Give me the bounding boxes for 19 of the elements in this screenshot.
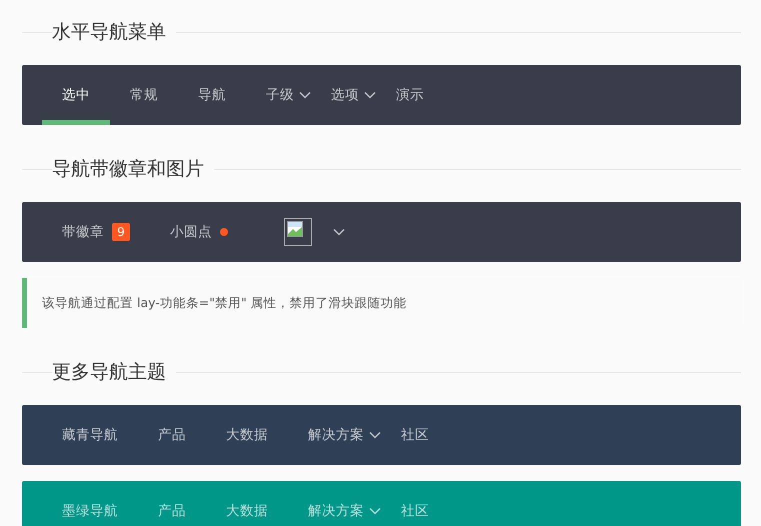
count-badge: 9 bbox=[112, 223, 130, 241]
nav-item[interactable]: 解决方案 bbox=[288, 405, 381, 465]
section-title: 导航带徽章和图片 bbox=[52, 157, 205, 181]
nav-item[interactable]: 选中 bbox=[42, 65, 110, 125]
nav-item[interactable]: 带徽章 9 bbox=[42, 202, 150, 262]
nav-item[interactable]: 常规 bbox=[110, 65, 178, 125]
dot-icon bbox=[220, 228, 228, 236]
section-title: 更多导航主题 bbox=[52, 360, 167, 384]
nav-item[interactable]: 导航 bbox=[178, 65, 246, 125]
nav-item[interactable]: 小圆点 bbox=[150, 202, 258, 262]
nav-item[interactable]: 选项 bbox=[311, 65, 376, 125]
broken-image-icon bbox=[284, 218, 312, 246]
nav-item[interactable]: 大数据 bbox=[206, 405, 288, 465]
nav-item[interactable]: 子级 bbox=[246, 65, 311, 125]
nav-item[interactable]: 藏青导航 bbox=[42, 405, 138, 465]
nav-item[interactable]: 演示 bbox=[376, 65, 444, 125]
nav-item[interactable]: 社区 bbox=[381, 405, 449, 465]
section-title: 水平导航菜单 bbox=[52, 20, 167, 44]
nav-item[interactable]: 产品 bbox=[138, 405, 206, 465]
